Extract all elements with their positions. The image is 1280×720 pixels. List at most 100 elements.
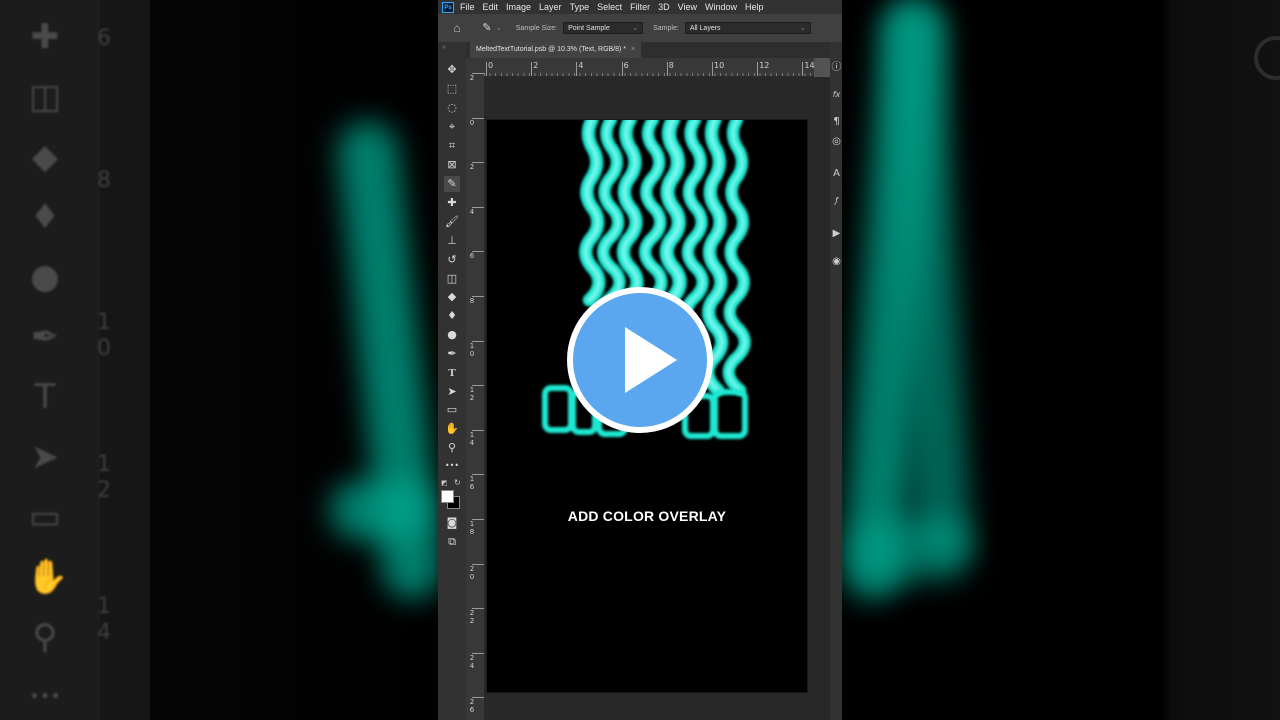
home-icon[interactable]: ⌂ [450, 21, 464, 35]
vertical-ruler: 202468101214161820222426 [466, 73, 485, 720]
hand-tool-icon[interactable]: ✋ [444, 421, 460, 437]
info-icon[interactable]: ⓘ [831, 58, 842, 73]
backdrop-ruler-number: 6 [97, 26, 111, 51]
play-button[interactable] [567, 287, 713, 433]
document-title: MeltedTextTutorial.psb @ 10.3% (Text, RG… [476, 46, 627, 53]
sample-size-select[interactable]: Point Sample ⌄ [563, 22, 644, 34]
default-colors-icon[interactable]: ◩ [441, 479, 448, 487]
pen-tool-icon[interactable]: ✒ [444, 346, 460, 362]
brush-tool-icon[interactable]: 🖌 [444, 214, 460, 230]
menu-3d[interactable]: 3D [658, 2, 670, 12]
options-bar: ⌂ ✎ ⌄ Sample Size: Point Sample ⌄ Sample… [438, 14, 842, 43]
ruler-number: 0 [488, 61, 494, 70]
play-action-icon[interactable]: ▶ [831, 228, 842, 239]
ruler-number: 12 [759, 61, 770, 70]
menu-select[interactable]: Select [597, 2, 622, 12]
menu-image[interactable]: Image [506, 2, 531, 12]
dodge-tool-icon[interactable]: ● [444, 327, 460, 343]
paragraph-icon[interactable]: ¶ [831, 116, 842, 127]
sample-value: All Layers [689, 25, 721, 32]
backdrop-ruler-number: 8 [97, 168, 111, 193]
blur-tool-icon[interactable]: ♦ [444, 308, 460, 324]
menu-file[interactable]: File [460, 2, 475, 12]
menu-window[interactable]: Window [705, 2, 737, 12]
ruler-number: 2 [469, 564, 475, 573]
ruler-number: 1 [469, 520, 475, 528]
path-selection-tool-icon[interactable]: ➤ [444, 384, 460, 400]
bg-rect-icon: ▭ [28, 497, 62, 537]
swap-colors-icon[interactable]: ↻ [454, 478, 461, 487]
chevron-down-icon[interactable]: ⌄ [496, 24, 502, 32]
menu-bar: Ps File Edit Image Layer Type Select Filter 3D V… [438, 0, 842, 14]
foreground-color-swatch[interactable] [441, 490, 454, 503]
healing-brush-tool-icon[interactable]: ✚ [444, 195, 460, 211]
bg-healing-icon: ✚ [30, 17, 60, 57]
paint-bucket-tool-icon[interactable]: ◆ [444, 289, 460, 305]
menu-edit[interactable]: Edit [483, 2, 499, 12]
quick-selection-tool-icon[interactable]: ⌖ [444, 119, 460, 135]
fx-icon[interactable]: fx [831, 90, 842, 99]
ruler-tick [666, 62, 668, 76]
menu-filter[interactable]: Filter [630, 2, 650, 12]
ruler-number: 6 [469, 252, 475, 261]
type-tool-icon[interactable]: T [444, 365, 460, 381]
ruler-number: 6 [469, 706, 475, 715]
bg-more-icon: ••• [29, 686, 61, 707]
close-icon[interactable]: × [631, 46, 635, 53]
marquee-tool-icon[interactable]: ⬚ [444, 81, 460, 97]
bg-pen-icon: ✒ [30, 317, 60, 357]
frame-tool-icon[interactable]: ⊠ [444, 157, 460, 173]
lasso-tool-icon[interactable]: ◌ [444, 100, 460, 116]
menu-help[interactable]: Help [745, 2, 764, 12]
backdrop-ruler-number: 4 [97, 620, 111, 645]
backdrop-ruler-number: 1 [97, 594, 111, 619]
quick-mask-icon[interactable]: ◙ [444, 515, 460, 531]
ruler-number: 1 [469, 430, 475, 439]
ruler-number: 8 [668, 61, 674, 70]
tools-panel-collapse[interactable]: » [442, 44, 446, 51]
glyphs-icon[interactable]: ƒ [831, 196, 842, 205]
menu-type[interactable]: Type [570, 2, 590, 12]
eyedropper-tool-icon[interactable]: ✎ [444, 176, 460, 192]
photoshop-logo: Ps [442, 1, 454, 13]
ruler-number: 2 [469, 163, 475, 172]
ruler-tick [486, 62, 487, 76]
sample-size-label: Sample Size: [515, 24, 558, 32]
ruler-number: 0 [469, 349, 475, 358]
chevron-down-icon: ⌄ [799, 25, 806, 32]
move-tool-icon[interactable]: ✥ [444, 62, 460, 78]
backdrop-ruler-number: 1 [97, 452, 111, 477]
sample-select[interactable]: All Layers ⌄ [684, 22, 811, 34]
ruler-number: 0 [469, 572, 475, 581]
layers-icon[interactable]: ◎ [831, 136, 842, 147]
screen-mode-icon[interactable]: ⧉ [444, 534, 460, 550]
history-brush-tool-icon[interactable]: ↺ [444, 252, 460, 268]
menu-layer[interactable]: Layer [539, 2, 562, 12]
ruler-number: 0 [469, 118, 475, 127]
character-icon[interactable]: A [831, 168, 842, 179]
ruler-tick [576, 62, 578, 76]
video-caption: ADD COLOR OVERLAY [567, 508, 727, 524]
ruler-number: 4 [469, 438, 475, 447]
document-tab[interactable]: MeltedTextTutorial.psb @ 10.3% (Text, RG… [470, 42, 642, 58]
eraser-tool-icon[interactable]: ◫ [444, 271, 460, 287]
crop-tool-icon[interactable]: ⌗ [444, 138, 460, 154]
zoom-tool-icon[interactable]: ⚲ [444, 440, 460, 456]
rectangle-tool-icon[interactable]: ▭ [444, 402, 460, 418]
backdrop-toolbar: ✚ ◫ ◆ ♦ ● ✒ T ➤ ▭ ✋ ⚲ ••• [0, 0, 100, 720]
ruler-tick [757, 62, 759, 76]
more-tools-icon[interactable]: ••• [444, 458, 460, 474]
libraries-icon[interactable]: ◉ [831, 256, 842, 267]
ruler-number: 4 [469, 661, 475, 670]
clone-stamp-tool-icon[interactable]: ⊥ [444, 233, 460, 249]
menu-view[interactable]: View [678, 2, 697, 12]
chevron-down-icon: ⌄ [632, 25, 639, 32]
play-icon [625, 327, 677, 393]
sample-label: Sample: [653, 24, 679, 32]
ruler-number: 1 [469, 475, 475, 484]
eyedropper-icon[interactable]: ✎ [480, 21, 494, 35]
bg-zoom-icon: ⚲ [32, 617, 58, 657]
bg-eraser-icon: ◫ [28, 77, 62, 117]
ruler-number: 2 [533, 61, 539, 70]
ruler-number: 8 [469, 297, 475, 305]
